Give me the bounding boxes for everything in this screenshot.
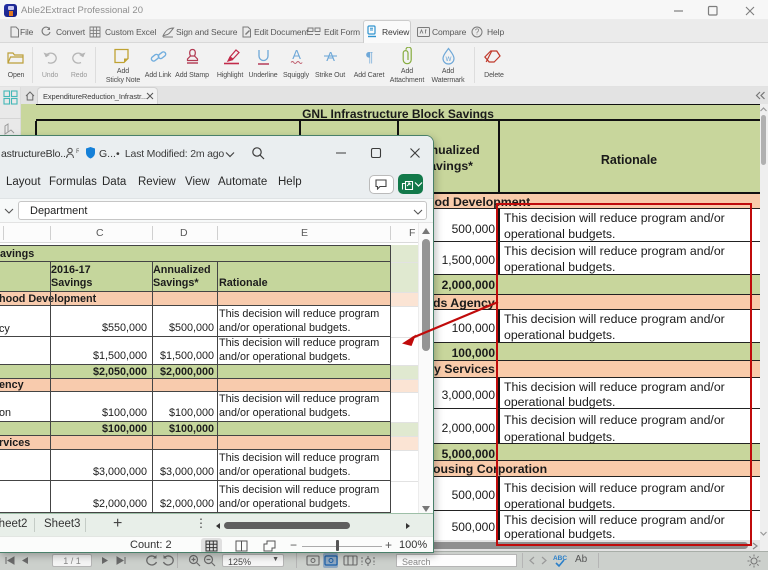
svg-text:A: A	[292, 48, 301, 62]
svg-text:¶: ¶	[366, 50, 373, 66]
svg-text:?: ?	[475, 28, 480, 37]
svg-text:R: R	[76, 148, 79, 155]
svg-text:w: w	[445, 54, 452, 63]
svg-text:ABC: ABC	[553, 555, 567, 562]
